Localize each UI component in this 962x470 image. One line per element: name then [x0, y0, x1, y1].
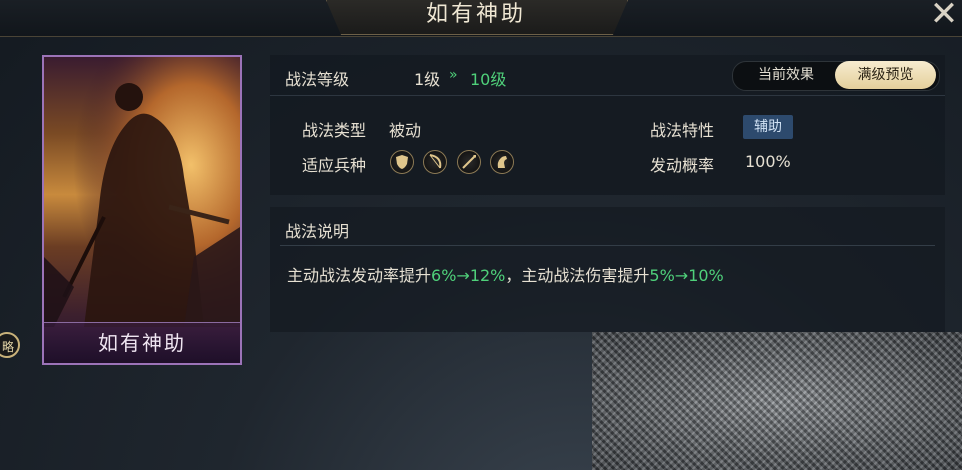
- description-text: 主动战法发动率提升6%→12%，主动战法伤害提升5%→10%: [287, 262, 724, 286]
- trait-badge: 辅助: [743, 115, 793, 139]
- description-arrow2-icon: →: [674, 266, 689, 285]
- page-title: 如有神助: [425, 2, 526, 27]
- tactic-card: 如有神助: [42, 55, 242, 365]
- shield-icon[interactable]: [390, 150, 414, 174]
- bow-icon[interactable]: [423, 150, 447, 174]
- level-arrow-icon: »: [449, 67, 458, 83]
- description-part2: ，主动战法伤害提升: [505, 266, 650, 285]
- description-value2-from: 5%: [649, 266, 675, 285]
- max-level-preview-button[interactable]: 满级预览: [835, 61, 936, 89]
- description-value2-to: 10%: [688, 266, 724, 285]
- side-tab[interactable]: 略: [0, 332, 20, 358]
- level-label: 战法等级: [285, 70, 350, 89]
- rate-label: 发动概率: [650, 156, 715, 175]
- close-icon[interactable]: ✕: [928, 0, 960, 32]
- rate-value: 100%: [745, 152, 791, 171]
- description-value1-to: 12%: [469, 266, 506, 285]
- obscured-area: [592, 332, 962, 470]
- type-label: 战法类型: [302, 121, 367, 140]
- level-max: 10级: [470, 70, 507, 89]
- description-arrow1-icon: →: [456, 266, 470, 285]
- trait-label: 战法特性: [650, 121, 715, 140]
- type-value: 被动: [389, 121, 422, 140]
- description-heading: 战法说明: [285, 222, 350, 241]
- general-portrait-icon: [44, 57, 240, 327]
- card-name: 如有神助: [98, 331, 186, 355]
- troop-label: 适应兵种: [302, 156, 367, 175]
- description-part1: 主动战法发动率提升: [287, 266, 432, 285]
- current-effect-button[interactable]: 当前效果: [741, 61, 831, 89]
- divider: [280, 245, 935, 246]
- level-current: 1级: [414, 70, 441, 89]
- description-value1-from: 6%: [431, 266, 457, 285]
- spear-icon[interactable]: [457, 150, 481, 174]
- horse-icon[interactable]: [490, 150, 514, 174]
